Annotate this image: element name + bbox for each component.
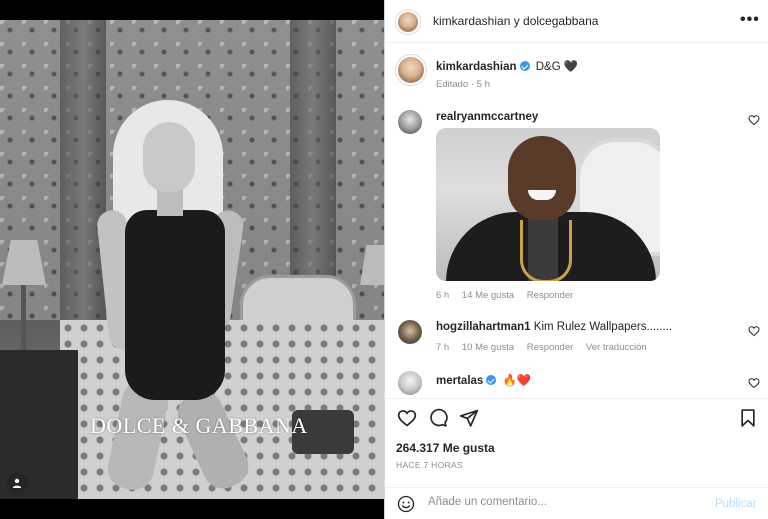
comment-like-heart-icon[interactable] (748, 377, 760, 389)
comment-avatar-hogzillahartman1[interactable] (398, 320, 422, 344)
more-horizontal-icon[interactable]: ••• (740, 11, 760, 29)
post-image[interactable]: DOLCE & GABBANA (0, 20, 384, 499)
post-timestamp[interactable]: HACE 7 HORAS (396, 460, 463, 470)
face (143, 122, 195, 192)
actions-divider (385, 398, 768, 399)
comment-meta: 6 h 14 Me gusta Responder (436, 290, 583, 301)
comment-gif[interactable] (436, 128, 660, 281)
comment-avatar-realryanmccartney[interactable] (398, 110, 422, 134)
comment-line: realryanmccartney (436, 111, 538, 123)
heart-icon[interactable] (397, 408, 417, 428)
comment-bar: Publicar (385, 487, 768, 519)
brand-wordmark: DOLCE & GABBANA (90, 413, 308, 438)
neck (157, 188, 183, 216)
reply-button[interactable]: Responder (527, 290, 573, 301)
see-translation-button[interactable]: Ver traducción (586, 342, 647, 353)
header-avatar[interactable] (398, 12, 418, 32)
comment-like-heart-icon[interactable] (748, 325, 760, 337)
reply-button[interactable]: Responder (527, 342, 573, 353)
user-tag-icon[interactable] (6, 472, 28, 494)
likes-count[interactable]: 264.317 Me gusta (396, 441, 495, 455)
comment-likes[interactable]: 14 Me gusta (462, 290, 514, 301)
lamp-stem (21, 285, 26, 355)
comment-username[interactable]: hogzillahartman1 (436, 321, 531, 333)
caption-text: D&G (535, 61, 561, 73)
bottom-letterbox (0, 499, 384, 519)
comment-likes[interactable]: 10 Me gusta (462, 342, 514, 353)
comment-line: mertalas 🔥❤️ (436, 373, 531, 387)
comment-text: 🔥❤️ (502, 375, 532, 387)
verified-badge-icon (519, 61, 530, 71)
comment-text: Kim Rulez Wallpapers........ (533, 321, 673, 333)
comment-input[interactable] (428, 496, 678, 508)
header-usernames[interactable]: kimkardashian y dolcegabbana (433, 14, 598, 28)
comment-meta: 7 h 10 Me gusta Responder Ver traducción (436, 342, 657, 353)
comment-time[interactable]: 7 h (436, 342, 449, 353)
caption-line: kimkardashian D&G 🖤 (436, 59, 578, 73)
gif-chain (520, 220, 572, 281)
publish-button[interactable]: Publicar (715, 498, 757, 510)
post-side-panel: kimkardashian y dolcegabbana ••• kimkard… (384, 0, 768, 519)
send-icon[interactable] (459, 408, 479, 428)
comment-time[interactable]: 6 h (436, 290, 449, 301)
comment-avatar-mertalas[interactable] (398, 371, 422, 395)
post-header: kimkardashian y dolcegabbana ••• (385, 0, 768, 43)
comment-like-heart-icon[interactable] (748, 114, 760, 126)
leg-right (171, 384, 255, 496)
smiley-icon[interactable] (397, 495, 415, 513)
caption-username[interactable]: kimkardashian (436, 61, 517, 73)
bodysuit (125, 210, 225, 400)
comment-username[interactable]: mertalas (436, 375, 483, 387)
verified-badge-icon (486, 375, 497, 385)
comment-icon[interactable] (428, 408, 448, 428)
gif-head (508, 136, 576, 220)
comment-line: hogzillahartman1 Kim Rulez Wallpapers...… (436, 321, 672, 333)
caption-meta: Editado · 5 h (436, 79, 490, 90)
caption-avatar[interactable] (398, 57, 424, 83)
black-heart-emoji: 🖤 (563, 61, 579, 73)
comment-username[interactable]: realryanmccartney (436, 111, 538, 123)
bookmark-icon[interactable] (738, 408, 758, 428)
